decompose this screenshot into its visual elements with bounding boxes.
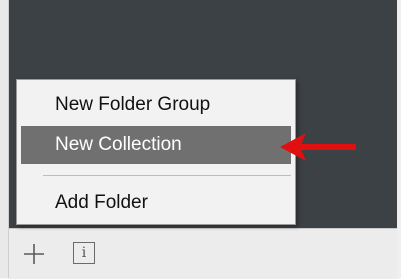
- menu-item-new-collection[interactable]: New Collection: [21, 126, 291, 164]
- menu-item-label: New Folder Group: [55, 94, 211, 115]
- bottom-toolbar: i: [9, 228, 397, 279]
- menu-separator: [43, 175, 291, 176]
- menu-item-label: Add Folder: [55, 192, 148, 213]
- context-menu: New Folder Group New Collection Add Fold…: [16, 79, 296, 225]
- left-edge: [0, 0, 9, 278]
- info-icon: i: [81, 245, 87, 261]
- info-button[interactable]: i: [73, 242, 95, 264]
- add-button[interactable]: [21, 241, 47, 267]
- plus-icon: [24, 244, 44, 264]
- menu-item-label: New Collection: [55, 134, 182, 155]
- right-edge: [397, 0, 401, 278]
- menu-item-add-folder[interactable]: Add Folder: [21, 184, 291, 222]
- red-arrow-annotation: [280, 133, 356, 161]
- menu-item-new-folder-group[interactable]: New Folder Group: [21, 86, 291, 124]
